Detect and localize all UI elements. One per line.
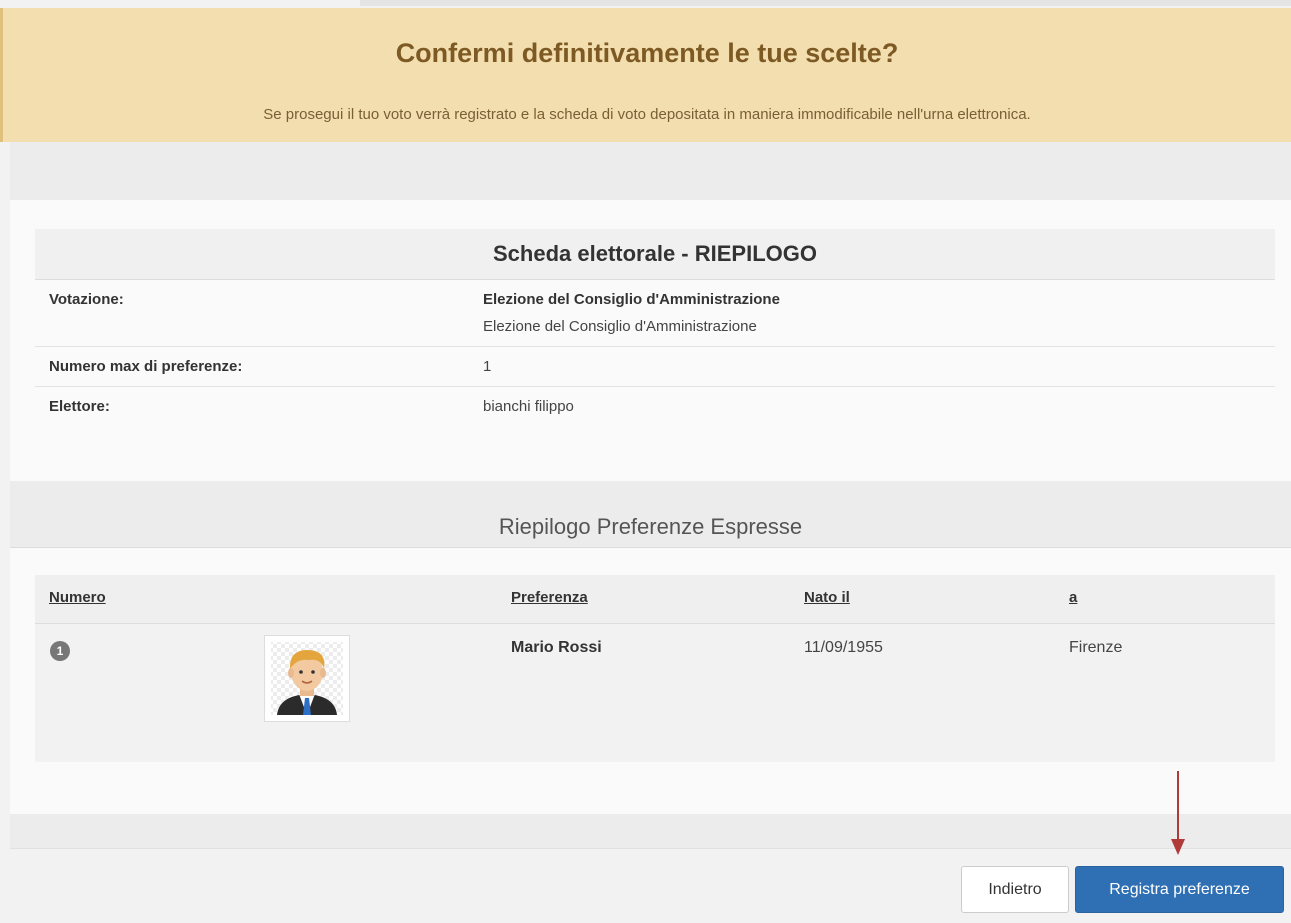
footer-band: [10, 814, 1291, 849]
summary-row-votazione: Votazione: Elezione del Consiglio d'Ammi…: [35, 280, 1275, 347]
confirmation-banner: Confermi definitivamente le tue scelte? …: [0, 8, 1291, 142]
column-header-nato-il[interactable]: Nato il: [804, 589, 850, 606]
top-divider: [360, 0, 1291, 6]
election-description: Elezione del Consiglio d'Amministrazione: [483, 318, 757, 335]
arrow-down-icon: [1171, 771, 1185, 855]
candidate-name: Mario Rossi: [511, 639, 602, 656]
ballot-summary: Scheda elettorale - RIEPILOGO Votazione:…: [35, 229, 1275, 427]
column-header-numero[interactable]: Numero: [49, 589, 106, 606]
voter-name: bianchi filippo: [483, 398, 574, 415]
column-header-a[interactable]: a: [1069, 589, 1077, 606]
election-title: Elezione del Consiglio d'Amministrazione: [483, 291, 780, 308]
column-header-preferenza[interactable]: Preferenza: [511, 589, 588, 606]
back-button[interactable]: Indietro: [961, 866, 1069, 913]
summary-row-voter: Elettore: bianchi filippo: [35, 387, 1275, 427]
summary-heading: Scheda elettorale - RIEPILOGO: [35, 229, 1275, 280]
confirmation-title: Confermi definitivamente le tue scelte?: [395, 38, 899, 68]
preferences-section-title: Riepilogo Preferenze Espresse: [498, 514, 803, 539]
summary-row-max-preferences: Numero max di preferenze: 1: [35, 347, 1275, 387]
confirmation-message: Se prosegui il tuo voto verrà registrato…: [263, 106, 1031, 123]
summary-label: Elettore:: [49, 398, 110, 415]
candidate-birth-place: Firenze: [1069, 639, 1123, 656]
summary-label: Numero max di preferenze:: [49, 358, 243, 375]
preference-number-badge: 1: [50, 641, 70, 661]
candidate-birth-date: 11/09/1955: [804, 639, 883, 656]
summary-label: Votazione:: [49, 291, 124, 308]
register-preferences-button[interactable]: Registra preferenze: [1075, 866, 1284, 913]
max-preferences-value: 1: [483, 358, 492, 375]
table-header: Numero Preferenza Nato il a: [35, 575, 1275, 624]
separator-band: [10, 142, 1291, 200]
candidate-avatar-icon: [264, 635, 350, 722]
preferences-table: Numero Preferenza Nato il a 1 Mario Ross…: [35, 575, 1275, 762]
